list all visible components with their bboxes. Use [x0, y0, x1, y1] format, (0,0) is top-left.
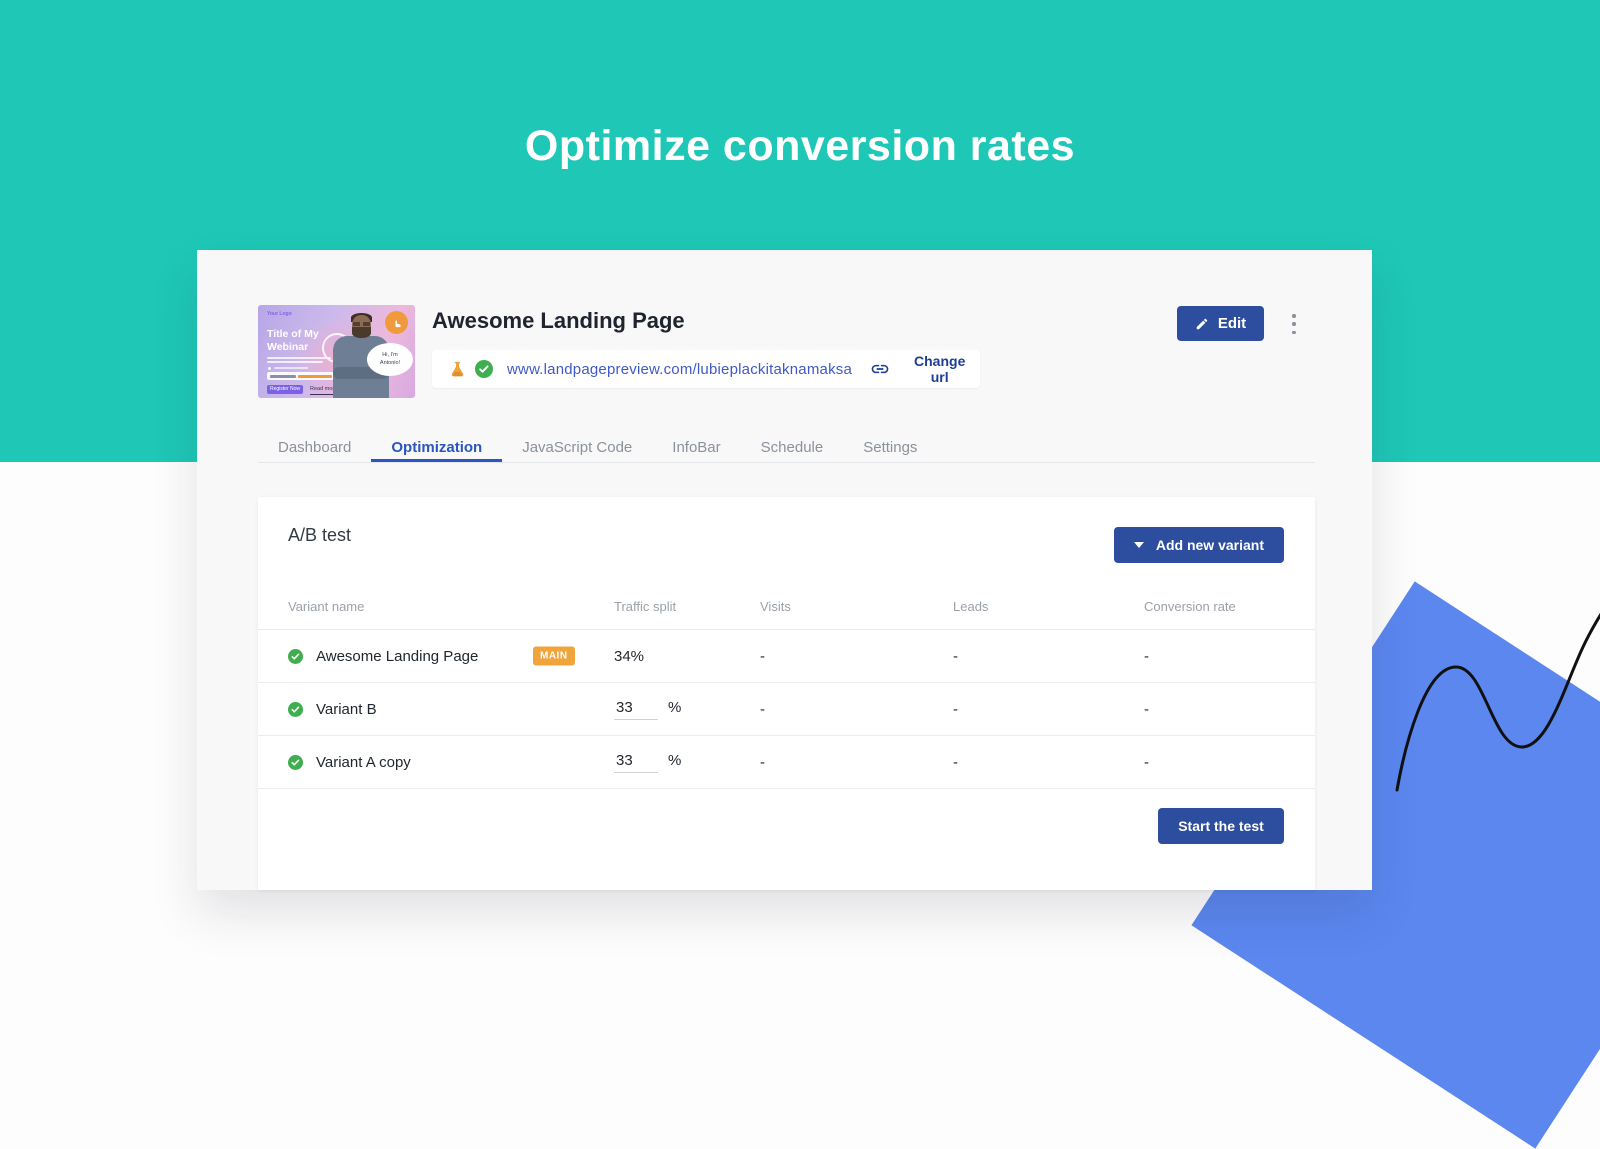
- traffic-split-cell: %: [614, 752, 760, 773]
- table-row: Variant A copy % - - -: [258, 736, 1315, 789]
- start-test-button[interactable]: Start the test: [1158, 808, 1284, 844]
- visits-cell: -: [760, 701, 953, 718]
- traffic-split-input[interactable]: [614, 752, 658, 773]
- decorative-wave-line: [1385, 545, 1600, 805]
- edit-button[interactable]: Edit: [1177, 306, 1264, 341]
- speech-bubble: Hi, I'mAntonio!: [367, 343, 413, 376]
- tab-dashboard[interactable]: Dashboard: [258, 435, 371, 462]
- status-ok-icon: [288, 702, 303, 717]
- tab-settings[interactable]: Settings: [843, 435, 937, 462]
- landing-page-card: Your Logo Title of My Webinar Register N…: [197, 250, 1372, 890]
- table-body: Awesome Landing Page MAIN 34% - - - Vari…: [258, 630, 1315, 789]
- tab-optimization[interactable]: Optimization: [371, 435, 502, 462]
- column-header: Variant name: [288, 599, 614, 614]
- page-url-link[interactable]: www.landpagepreview.com/lubieplackitakna…: [507, 361, 852, 378]
- variant-name-cell: Variant A copy: [288, 754, 614, 771]
- table-row: Awesome Landing Page MAIN 34% - - -: [258, 630, 1315, 683]
- traffic-split-cell: 34%: [614, 648, 760, 665]
- page-title: Awesome Landing Page: [432, 308, 685, 334]
- leads-cell: -: [953, 754, 1144, 771]
- thumb-text-line: [267, 361, 323, 363]
- thumb-text-line: [267, 357, 331, 359]
- leads-cell: -: [953, 701, 1144, 718]
- flask-icon: [448, 360, 467, 379]
- thumb-bullet: [268, 367, 271, 370]
- thumb-text-line: [274, 367, 308, 369]
- percent-suffix: %: [668, 752, 681, 769]
- column-header: Visits: [760, 599, 953, 614]
- url-bar: www.landpagepreview.com/lubieplackitakna…: [432, 350, 980, 388]
- ab-test-heading: A/B test: [288, 525, 351, 546]
- variant-name-cell: Awesome Landing Page MAIN: [288, 648, 614, 665]
- verified-icon: [475, 360, 493, 378]
- variant-name-cell: Variant B: [288, 701, 614, 718]
- conversion-rate-cell: -: [1144, 648, 1285, 665]
- visits-cell: -: [760, 648, 953, 665]
- variant-name: Awesome Landing Page: [316, 648, 478, 665]
- pencil-icon: [1195, 317, 1209, 331]
- variant-name: Variant A copy: [316, 754, 411, 771]
- thumb-pill-segment: [298, 375, 332, 378]
- copy-link-icon[interactable]: [870, 359, 890, 379]
- status-ok-icon: [288, 649, 303, 664]
- change-url-button[interactable]: Change url: [914, 353, 965, 385]
- tab-schedule[interactable]: Schedule: [741, 435, 844, 462]
- status-ok-icon: [288, 755, 303, 770]
- tab-infobar[interactable]: InfoBar: [652, 435, 740, 462]
- conversion-rate-cell: -: [1144, 754, 1285, 771]
- tab-javascript-code[interactable]: JavaScript Code: [502, 435, 652, 462]
- more-options-button[interactable]: [1285, 313, 1303, 335]
- table-header-row: Variant nameTraffic splitVisitsLeadsConv…: [258, 583, 1315, 630]
- thumb-logo: Your Logo: [267, 311, 292, 317]
- variant-name: Variant B: [316, 701, 377, 718]
- column-header: Conversion rate: [1144, 599, 1285, 614]
- conversion-rate-cell: -: [1144, 701, 1285, 718]
- traffic-split-input[interactable]: [614, 699, 658, 720]
- leads-cell: -: [953, 648, 1144, 665]
- column-header: Traffic split: [614, 599, 760, 614]
- table-row: Variant B % - - -: [258, 683, 1315, 736]
- tab-bar: DashboardOptimizationJavaScript CodeInfo…: [258, 435, 1315, 463]
- visits-cell: -: [760, 754, 953, 771]
- traffic-split-cell: %: [614, 699, 760, 720]
- percent-suffix: %: [668, 699, 681, 716]
- landing-page-thumbnail[interactable]: Your Logo Title of My Webinar Register N…: [258, 305, 415, 398]
- chevron-down-icon: [1134, 542, 1144, 548]
- thumb-register-button: Register Now: [267, 385, 303, 394]
- hero-title: Optimize conversion rates: [0, 122, 1600, 171]
- ab-test-panel: A/B test Add new variant Variant nameTra…: [258, 497, 1315, 890]
- main-badge: MAIN: [533, 647, 575, 666]
- thumb-pill-segment: [270, 375, 296, 378]
- add-new-variant-button[interactable]: Add new variant: [1114, 527, 1284, 563]
- column-header: Leads: [953, 599, 1144, 614]
